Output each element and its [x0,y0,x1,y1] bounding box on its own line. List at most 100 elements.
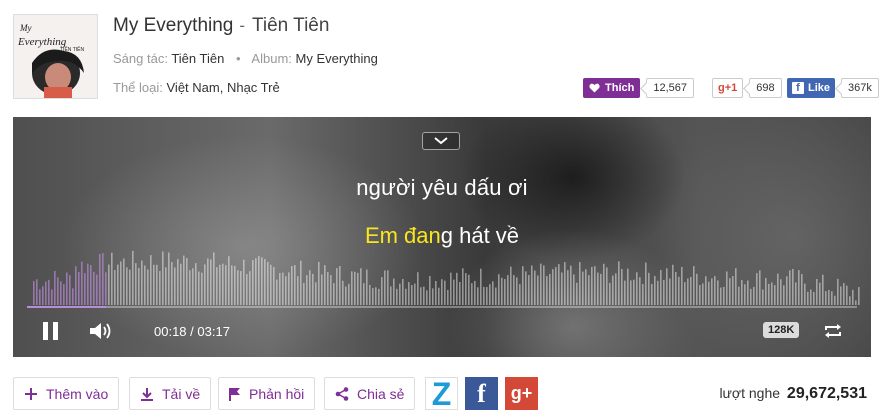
waveform-bar [336,268,338,305]
waveform-bar [711,278,713,305]
waveform-bar [306,275,308,305]
waveform-bar [585,269,587,305]
gplus-share-icon[interactable]: g+ [505,377,538,410]
waveform-bar [552,269,554,305]
waveform-bar [117,264,119,305]
waveform-bar [318,261,320,305]
share-button[interactable]: Chia sẻ [324,377,416,410]
waveform-bar [153,264,155,305]
waveform-bar [351,271,353,305]
facebook-share-icon[interactable]: f [465,377,498,410]
waveform-bar [168,252,170,305]
download-button[interactable]: Tải về [129,377,212,410]
waveform-bar [105,272,107,305]
waveform-bar [129,269,131,305]
waveform-bar [66,272,68,305]
lyric-current-line: người yêu dấu ơi [356,175,528,200]
like-button[interactable]: Thích [583,78,641,98]
waveform-bar [150,255,152,305]
waveform-bar [339,265,341,305]
waveform-bar [252,260,254,305]
waveform-bar [525,271,527,305]
waveform-bar [696,273,698,305]
waveform-bar [804,283,806,305]
volume-button[interactable] [89,322,115,345]
waveform-bar [507,275,509,305]
waveform-bar [567,270,569,305]
quality-badge[interactable]: 128K [763,322,800,338]
waveform-bar [438,287,440,305]
waveform-bar [528,275,530,305]
listen-number: 29,672,531 [786,385,867,402]
waveform-bar [690,276,692,305]
waveform-bar [513,275,515,305]
waveform-bar [675,272,677,305]
waveform-bar [834,295,836,305]
waveform-bar [240,271,242,305]
collapse-lyrics-button[interactable] [422,132,460,150]
waveform-bar [285,276,287,305]
gplus-button[interactable]: g+1 [712,78,744,98]
waveform-bar [357,272,359,305]
waveform-bar [315,282,317,305]
waveform-bar [678,276,680,305]
waveform-bar [816,278,818,305]
album-cover[interactable]: My Everything TIÊN TIÊN [13,14,98,99]
listen-label: lượt nghe [719,385,781,401]
zing-share-icon[interactable]: Z [425,377,458,410]
waveform-bar [741,279,743,305]
waveform-bar [540,263,542,305]
waveform-bar [840,286,842,305]
waveform-bar [156,264,158,305]
svg-text:TIÊN TIÊN: TIÊN TIÊN [60,45,84,53]
waveform-bar [603,263,605,305]
artist-link[interactable]: Tiên Tiên [252,15,329,36]
waveform-bar [210,259,212,305]
waveform-bar [45,281,47,305]
waveform-bar [510,266,512,305]
progress-bar[interactable] [27,306,857,308]
waveform-bar [147,269,149,305]
waveform-bar [348,283,350,305]
waveform-bar [276,279,278,305]
waveform-bar [495,287,497,305]
waveform-bar [402,278,404,305]
waveform-bar [558,264,560,305]
waveform-bar [432,288,434,305]
pause-button[interactable] [43,322,61,340]
repeat-button[interactable] [823,323,843,344]
genre-link[interactable]: Việt Nam, Nhạc Trẻ [167,80,280,95]
waveform-bar [162,251,164,305]
waveform-bar [660,270,662,305]
waveform-bar [219,264,221,305]
waveform-bar [273,267,275,305]
gplus-count: 698 [749,78,782,98]
waveform-bar [174,267,176,305]
genre-row: Thể loại: Việt Nam, Nhạc Trẻ [113,80,280,95]
waveform-bar [462,268,464,305]
waveform-bar [750,288,752,305]
album-link[interactable]: My Everything [296,51,378,66]
waveform-bar [246,274,248,305]
waveform-bar [444,280,446,305]
waveform-bar [207,258,209,305]
svg-text:Z: Z [432,378,452,409]
waveform-bar [681,266,683,305]
waveform-bar [396,288,398,305]
waveform-bar [303,282,305,305]
gplus-group: g+1 698 [712,77,782,99]
waveform-bar [726,271,728,305]
fb-like-button[interactable]: f Like [787,78,836,98]
waveform-bar [621,268,623,305]
add-to-playlist-button[interactable]: Thêm vào [13,377,120,410]
waveform-bar [477,287,479,305]
waveform-bar [177,259,179,305]
composer-link[interactable]: Tiên Tiên [171,51,224,66]
waveform-bar [417,272,419,305]
music-player: người yêu dấu ơi Em đang hát về 00:18 / … [13,117,871,357]
feedback-button[interactable]: Phản hồi [218,377,316,410]
waveform-bar [366,269,368,305]
waveform-bar [138,267,140,305]
waveform-bar [471,283,473,305]
waveform-bar [126,267,128,305]
